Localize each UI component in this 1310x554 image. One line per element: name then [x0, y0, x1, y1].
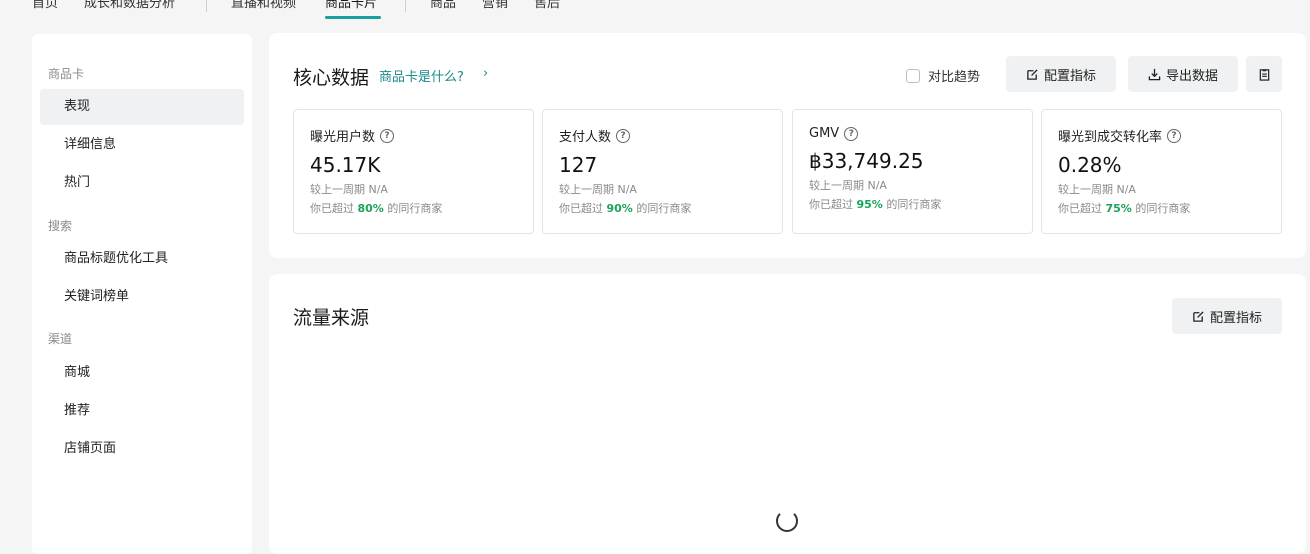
traffic-config-metrics-button[interactable]: 配置指标 [1172, 298, 1282, 334]
compare-value: N/A [368, 183, 388, 196]
edit-icon [1027, 68, 1038, 80]
traffic-config-metrics-label: 配置指标 [1209, 310, 1262, 326]
sidebar-item-details[interactable]: 详细信息 [40, 127, 244, 163]
core-data-card: 核心数据 商品卡是什么? › 对比趋势 配置指标 导出数据 曝光用户数 ? 45… [269, 33, 1306, 258]
help-icon[interactable]: ? [844, 126, 859, 141]
peer-prefix: 你已超过 [809, 198, 853, 211]
metric-card-gmv[interactable]: GMV ? ฿33,749.25 较上一周期 N/A 你已超过 95% 的同行商… [792, 109, 1033, 234]
help-icon[interactable]: ? [380, 128, 395, 143]
core-data-title: 核心数据 [293, 67, 370, 89]
metric-value: ฿33,749.25 [809, 149, 924, 173]
chevron-right-icon[interactable]: › [483, 66, 488, 81]
compare-value: N/A [867, 179, 887, 192]
metric-card-conversion-rate[interactable]: 曝光到成交转化率 ? 0.28% 较上一周期 N/A 你已超过 75% 的同行商… [1041, 109, 1282, 234]
metric-label: 曝光用户数 [310, 130, 376, 145]
metric-card-exposure-users[interactable]: 曝光用户数 ? 45.17K 较上一周期 N/A 你已超过 80% 的同行商家 [293, 109, 534, 234]
metric-peer: 你已超过 75% 的同行商家 [1058, 200, 1265, 216]
sidebar-item-title-optimizer[interactable]: 商品标题优化工具 [40, 241, 244, 277]
sidebar-group-channels: 渠道 [48, 332, 73, 346]
peer-pct: 80% [357, 202, 384, 215]
metric-label-row: GMV ? [809, 126, 1016, 141]
what-is-product-card-link[interactable]: 商品卡是什么? [379, 66, 464, 85]
metric-label-row: 支付人数 ? [559, 126, 766, 145]
clipboard-icon [1259, 68, 1269, 81]
sidebar-group-search: 搜索 [48, 219, 73, 233]
metric-value: 45.17K [310, 153, 381, 177]
metric-label: 支付人数 [559, 130, 612, 145]
metric-value: 127 [559, 153, 598, 177]
sidebar-item-keyword-ranking[interactable]: 关键词榜单 [40, 279, 244, 315]
sidebar-item-recommend[interactable]: 推荐 [40, 393, 244, 429]
peer-pct: 90% [606, 202, 633, 215]
metric-value: 0.28% [1058, 153, 1122, 177]
peer-suffix: 的同行商家 [636, 202, 692, 215]
sidebar-item-mall[interactable]: 商城 [40, 355, 244, 391]
compare-label: 较上一周期 [1058, 183, 1113, 196]
nav-divider [206, 0, 207, 12]
nav-marketing[interactable]: 营销 [482, 0, 508, 14]
sidebar-item-popular[interactable]: 热门 [40, 165, 244, 201]
nav-active-underline [325, 16, 381, 19]
metric-compare: 较上一周期 N/A [559, 181, 766, 197]
peer-prefix: 你已超过 [310, 202, 354, 215]
nav-growth-analytics[interactable]: 成长和数据分析 [84, 0, 175, 14]
compare-label: 较上一周期 [310, 183, 365, 196]
sidebar-item-performance[interactable]: 表现 [40, 89, 244, 125]
nav-product-card[interactable]: 商品卡片 [325, 0, 377, 14]
sidebar-item-shop-page[interactable]: 店铺页面 [40, 431, 244, 467]
compare-trend-label: 对比趋势 [928, 70, 981, 85]
metric-peer: 你已超过 90% 的同行商家 [559, 200, 766, 216]
compare-value: N/A [1116, 183, 1136, 196]
compare-value: N/A [617, 183, 637, 196]
loading-spinner-icon [776, 510, 798, 532]
peer-suffix: 的同行商家 [1135, 202, 1191, 215]
peer-suffix: 的同行商家 [886, 198, 942, 211]
export-data-label: 导出数据 [1165, 68, 1218, 84]
download-icon [1148, 68, 1161, 80]
sidebar-group-product-card: 商品卡 [48, 67, 85, 81]
traffic-source-title: 流量来源 [293, 307, 370, 329]
compare-trend-toggle[interactable]: 对比趋势 [906, 66, 980, 85]
compare-label: 较上一周期 [809, 179, 864, 192]
top-nav: 首页 成长和数据分析 直播和视频 商品卡片 商品 营销 售后 [0, 0, 1310, 20]
config-metrics-button[interactable]: 配置指标 [1006, 56, 1116, 92]
sidebar: 商品卡 表现 详细信息 热门 搜索 商品标题优化工具 关键词榜单 渠道 商城 推… [32, 34, 252, 554]
peer-pct: 95% [856, 198, 883, 211]
edit-icon [1193, 310, 1204, 322]
nav-divider [405, 0, 406, 12]
peer-prefix: 你已超过 [1058, 202, 1102, 215]
metric-label-row: 曝光到成交转化率 ? [1058, 126, 1265, 145]
nav-products[interactable]: 商品 [430, 0, 456, 14]
help-icon[interactable]: ? [616, 128, 631, 143]
nav-after-sales[interactable]: 售后 [534, 0, 560, 14]
metric-card-paid-users[interactable]: 支付人数 ? 127 较上一周期 N/A 你已超过 90% 的同行商家 [542, 109, 783, 234]
nav-live-video[interactable]: 直播和视频 [231, 0, 296, 14]
metric-compare: 较上一周期 N/A [310, 181, 517, 197]
help-icon[interactable]: ? [1167, 128, 1182, 143]
config-metrics-label: 配置指标 [1043, 68, 1096, 84]
export-data-button[interactable]: 导出数据 [1128, 56, 1238, 92]
peer-pct: 75% [1105, 202, 1132, 215]
compare-label: 较上一周期 [559, 183, 614, 196]
metric-compare: 较上一周期 N/A [809, 177, 1016, 193]
metric-peer: 你已超过 80% 的同行商家 [310, 200, 517, 216]
nav-home[interactable]: 首页 [32, 0, 58, 14]
metric-label: 曝光到成交转化率 [1058, 130, 1163, 145]
compare-trend-checkbox[interactable] [906, 68, 920, 83]
metric-label-row: 曝光用户数 ? [310, 126, 517, 145]
peer-prefix: 你已超过 [559, 202, 603, 215]
peer-suffix: 的同行商家 [387, 202, 443, 215]
clipboard-button[interactable] [1246, 56, 1282, 92]
metric-label: GMV [809, 126, 840, 141]
metric-compare: 较上一周期 N/A [1058, 181, 1265, 197]
metric-peer: 你已超过 95% 的同行商家 [809, 196, 1016, 212]
